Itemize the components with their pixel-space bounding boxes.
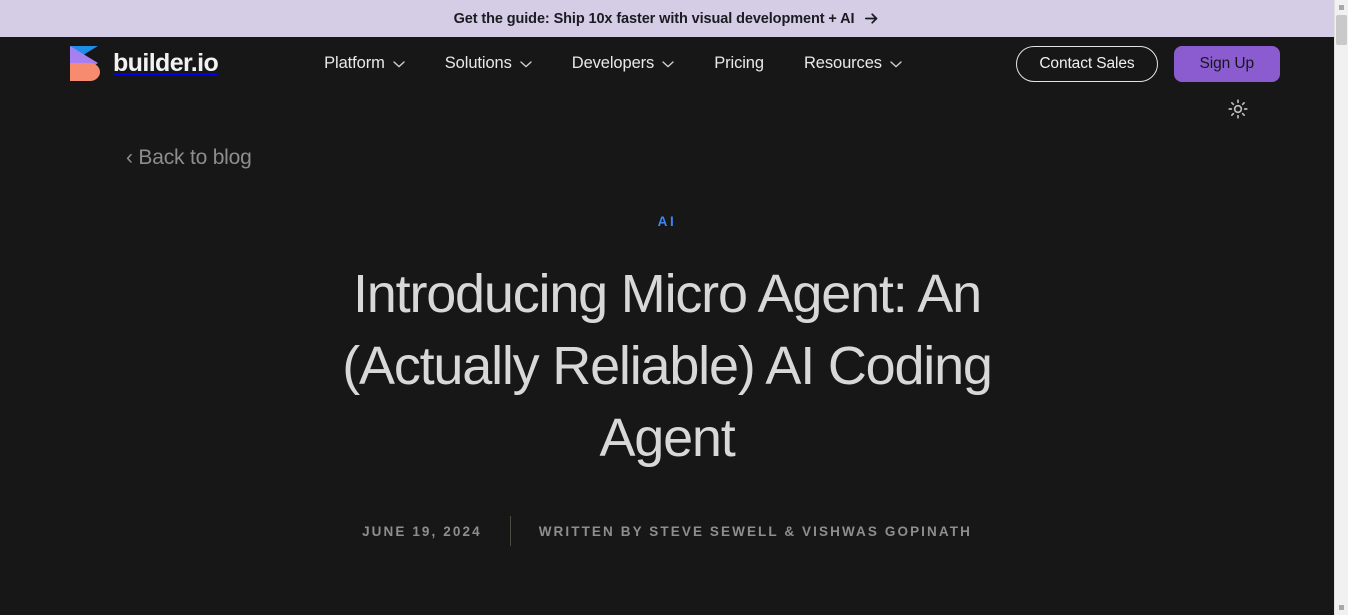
arrow-right-icon	[865, 13, 878, 24]
article-category-tag[interactable]: AI	[658, 214, 677, 229]
nav-item-label: Resources	[803, 54, 882, 72]
nav-item-resources[interactable]: Resources	[784, 46, 922, 81]
article-title: Introducing Micro Agent: An (Actually Re…	[342, 264, 993, 468]
sun-icon	[1228, 99, 1248, 119]
article-hero-center: AI Introducing Micro Agent: An (Actually…	[68, 213, 1266, 547]
meta-divider	[509, 516, 511, 547]
site-header: builder.io Platform Solutions Developers…	[0, 37, 1334, 90]
chevron-down-icon	[662, 60, 674, 67]
scrollbar-thumb[interactable]	[1336, 15, 1347, 45]
article-date: JUNE 19, 2024	[362, 523, 482, 539]
scrollbar-up-arrow-icon[interactable]	[1339, 5, 1344, 10]
chevron-down-icon	[890, 60, 902, 67]
brand-name: builder.io	[113, 49, 219, 77]
nav-item-platform[interactable]: Platform	[304, 46, 425, 81]
theme-toggle-button[interactable]	[1225, 96, 1251, 122]
nav-item-pricing[interactable]: Pricing	[694, 46, 784, 81]
promo-banner[interactable]: Get the guide: Ship 10x faster with visu…	[0, 0, 1334, 37]
page-content: Get the guide: Ship 10x faster with visu…	[0, 0, 1334, 615]
chevron-down-icon	[520, 60, 532, 67]
nav-item-label: Platform	[324, 54, 385, 72]
article-authors: WRITTEN BY STEVE SEWELL & VISHWAS GOPINA…	[538, 523, 972, 539]
promo-banner-text: Get the guide: Ship 10x faster with visu…	[453, 10, 855, 27]
scrollbar-down-arrow-icon[interactable]	[1339, 605, 1344, 610]
back-to-blog-link[interactable]: ‹ Back to blog	[126, 146, 252, 170]
brand-logo-link[interactable]: builder.io	[68, 45, 219, 82]
contact-sales-button[interactable]: Contact Sales	[1016, 45, 1158, 82]
header-actions: Contact Sales Sign Up	[1016, 45, 1280, 82]
builder-io-logo-icon	[70, 46, 100, 81]
nav-item-label: Developers	[571, 54, 655, 72]
nav-item-label: Pricing	[714, 54, 764, 72]
nav-item-label: Solutions	[444, 54, 512, 72]
article-hero: ‹ Back to blog AI Introducing Micro Agen…	[0, 138, 1334, 547]
browser-viewport: Get the guide: Ship 10x faster with visu…	[0, 0, 1348, 615]
article-meta: JUNE 19, 2024 WRITTEN BY STEVE SEWELL & …	[68, 516, 1266, 547]
main-navigation: Platform Solutions Developers Pricing Re…	[304, 46, 922, 81]
sign-up-button[interactable]: Sign Up	[1173, 45, 1280, 82]
chevron-down-icon	[393, 60, 405, 67]
page-scrollbar[interactable]	[1334, 0, 1348, 615]
nav-item-developers[interactable]: Developers	[552, 46, 694, 81]
nav-item-solutions[interactable]: Solutions	[425, 46, 552, 81]
utility-row	[0, 90, 1334, 138]
